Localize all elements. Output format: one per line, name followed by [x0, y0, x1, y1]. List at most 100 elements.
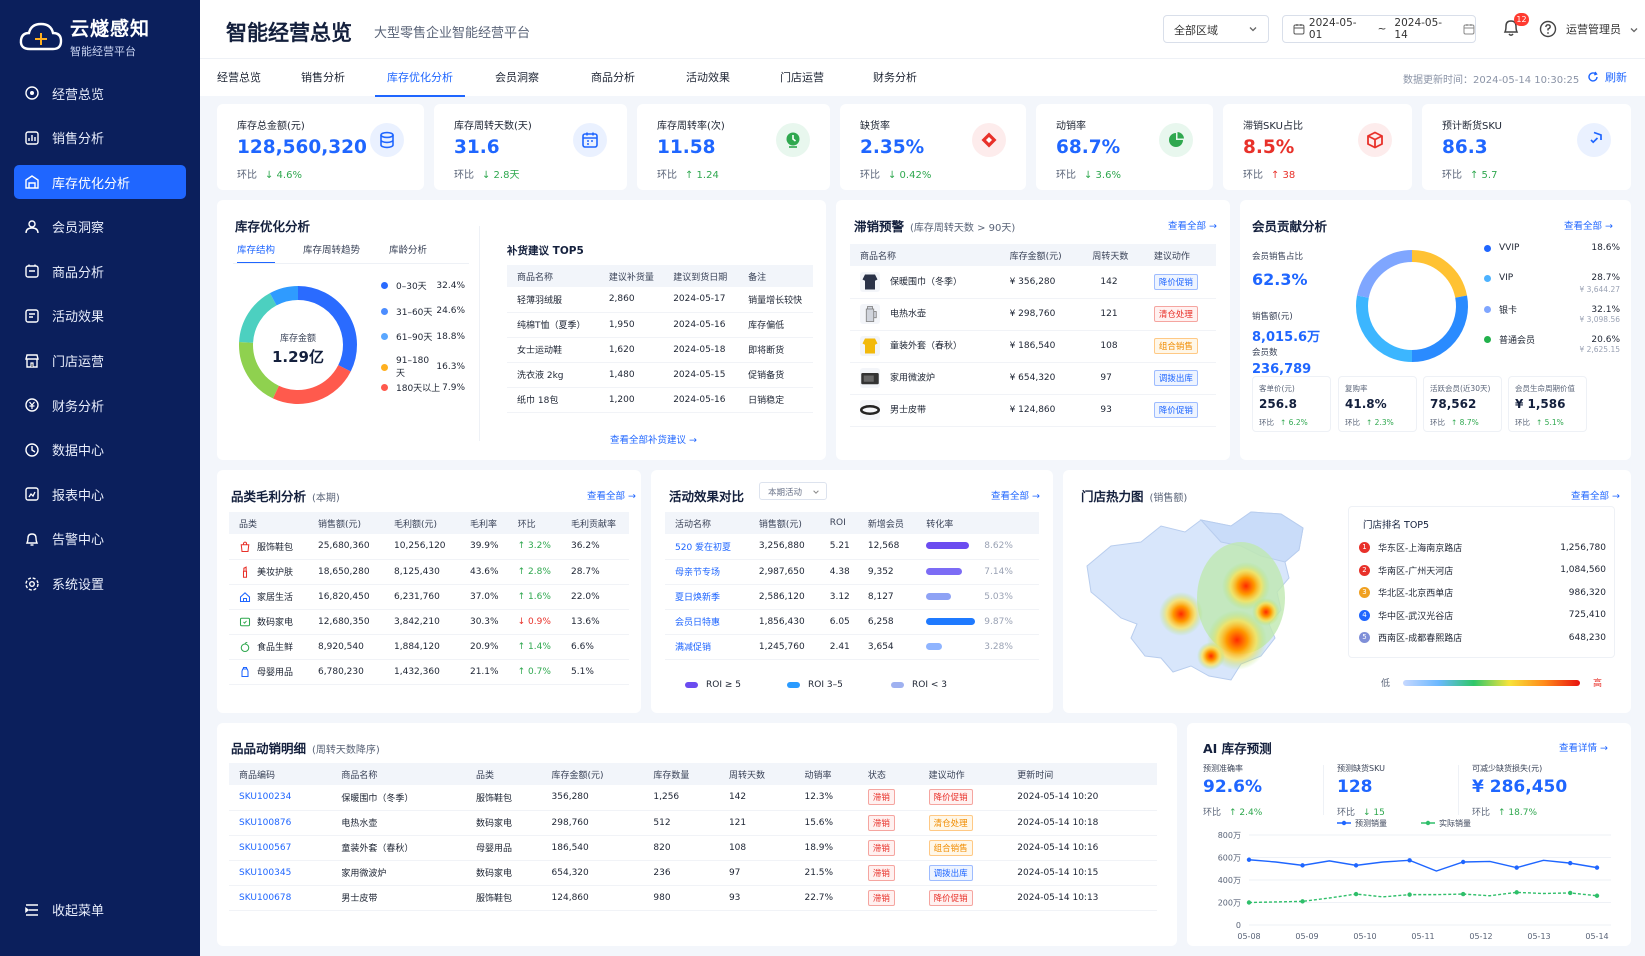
table-row[interactable]: 女士运动鞋 1,620 2024-05-18 即将断货	[507, 337, 813, 362]
table-row[interactable]: 洗衣液 2kg 1,480 2024-05-15 促销备货	[507, 362, 813, 387]
kpi-card-4[interactable]: 缺货率 2.35% 环比 ↓ 0.42%	[840, 104, 1026, 190]
brand[interactable]: 云燧感知 智能经营平台	[18, 14, 150, 59]
campaign-name-link[interactable]: 满减促销	[665, 634, 749, 659]
sidebar-item-11[interactable]: 告警中心	[14, 522, 186, 556]
table-row[interactable]: SKU100234 保暖围巾（冬季） 服饰鞋包 356,280 1,256 142 12.3…	[229, 785, 1157, 810]
table-row[interactable]: 男士皮带 ¥ 124,860 93 降价促销	[850, 394, 1216, 426]
view-all-link[interactable]: 查看全部 →	[587, 488, 636, 502]
status-cell: 滞销	[858, 810, 919, 835]
campaign-filter-select[interactable]: 本期活动	[759, 482, 827, 500]
store-rank-row[interactable]: 1 华东区-上海南京路店 1,256,780	[1359, 541, 1606, 554]
sidebar-item-7[interactable]: 门店运营	[14, 344, 186, 378]
store-rank-row[interactable]: 5 西南区-成都春熙路店 648,230	[1359, 631, 1606, 644]
help-icon[interactable]	[1539, 20, 1557, 38]
store-rank-row[interactable]: 4 华中区-武汉光谷店 725,410	[1359, 609, 1606, 622]
campaign-name-link[interactable]: 母亲节专场	[665, 559, 749, 584]
campaign-name-link[interactable]: 520 爱在初夏	[665, 534, 749, 559]
table-row[interactable]: 美妆护肤 18,650,280 8,125,430 43.6% ↑ 2.8% 28.7%	[229, 559, 629, 584]
sku-code-link[interactable]: SKU100876	[229, 810, 331, 835]
table-row[interactable]: 轻薄羽绒服 2,860 2024-05-17 销量增长较快	[507, 287, 813, 312]
table-row[interactable]: 夏日焕新季 2,586,120 3.12 8,127 5.03%	[665, 584, 1039, 609]
table-row[interactable]: 保暖围巾（冬季） ¥ 356,280 142 降价促销	[850, 266, 1216, 298]
view-all-replenish-link[interactable]: 查看全部补货建议 →	[610, 432, 697, 446]
view-all-link[interactable]: 查看全部 →	[1571, 488, 1620, 502]
kpi-card-6[interactable]: 滞销SKU占比 8.5% 环比 ↑ 38	[1223, 104, 1412, 190]
sidebar-item-4[interactable]: 会员洞察	[14, 210, 186, 244]
store-rank-row[interactable]: 3 华北区-北京西单店 986,320	[1359, 586, 1606, 599]
action-tag[interactable]: 清仓处理	[1153, 306, 1198, 322]
sidebar-item-3[interactable]: 库存优化分析	[14, 165, 186, 200]
inventory-subtab-1[interactable]: 库存结构	[237, 242, 276, 264]
action-tag[interactable]: 降价促销	[928, 789, 973, 806]
table-row[interactable]: SKU100876 电热水壶 数码家电 298,760 512 121 15.6% 滞销 清仓处…	[229, 810, 1157, 835]
table-row[interactable]: 母亲节专场 2,987,650 4.38 9,352 7.14%	[665, 559, 1039, 584]
kpi-card-1[interactable]: 库存总金额(元) 128,560,320 环比 ↓ 4.6%	[217, 104, 424, 190]
action-tag[interactable]: 调拨出库	[1153, 370, 1198, 386]
table-row[interactable]: SKU100678 男士皮带 服饰鞋包 124,860 980 93 22.7% 滞销 降价促销…	[229, 885, 1157, 910]
view-details-link[interactable]: 查看详情 →	[1559, 740, 1608, 754]
table-row[interactable]: 数码家电 12,680,350 3,842,210 30.3% ↓ 0.9% 13.6%	[229, 609, 629, 634]
sidebar-item-6[interactable]: 活动效果	[14, 299, 186, 333]
table-row[interactable]: SKU100345 家用微波炉 数码家电 654,320 236 97 21.5% 滞销 调拨出…	[229, 860, 1157, 885]
sidebar-item-1[interactable]: 经营总览	[14, 76, 186, 110]
kpi-card-5[interactable]: 动销率 68.7% 环比 ↓ 3.6%	[1036, 104, 1213, 190]
action-tag[interactable]: 清仓处理	[928, 814, 973, 831]
table-row[interactable]: 食品生鲜 8,920,540 1,884,120 20.9% ↑ 1.4% 6.6%	[229, 634, 629, 659]
refresh-button[interactable]: 刷新	[1587, 69, 1627, 85]
view-all-link[interactable]: 查看全部 →	[1564, 218, 1613, 232]
kpi-card-3[interactable]: 库存周转率(次) 11.58 环比 ↑ 1.24	[637, 104, 830, 190]
inventory-subtab-3[interactable]: 库龄分析	[389, 242, 427, 262]
tab-1[interactable]: 经营总览	[217, 69, 261, 97]
sku-code-link[interactable]: SKU100567	[229, 835, 331, 860]
table-row[interactable]: 家居生活 16,820,450 6,231,760 37.0% ↑ 1.6% 22.0%	[229, 584, 629, 609]
table-row[interactable]: 520 爱在初夏 3,256,880 5.21 12,568 8.62%	[665, 534, 1039, 559]
sidebar-item-9[interactable]: 数据中心	[14, 433, 186, 467]
kpi-card-7[interactable]: 预计断货SKU 86.3 环比 ↑ 5.7	[1422, 104, 1631, 190]
campaign-name-link[interactable]: 夏日焕新季	[665, 584, 749, 609]
date-range-picker[interactable]: 2024-05-01 ~ 2024-05-14	[1282, 15, 1476, 43]
sidebar-item-8[interactable]: 财务分析	[14, 388, 186, 422]
campaign-name-link[interactable]: 会员日特惠	[665, 609, 749, 634]
table-row[interactable]: 电热水壶 ¥ 298,760 121 清仓处理	[850, 298, 1216, 330]
sku-code-link[interactable]: SKU100345	[229, 860, 331, 885]
user-menu[interactable]: 运营管理员	[1566, 21, 1639, 37]
kpi-card-2[interactable]: 库存周转天数(天) 31.6 环比 ↓ 2.8天	[434, 104, 627, 190]
action-tag[interactable]: 组合销售	[1153, 338, 1198, 354]
sidebar-item-10[interactable]: 报表中心	[14, 477, 186, 511]
sku-code-link[interactable]: SKU100678	[229, 885, 331, 910]
tab-7[interactable]: 门店运营	[780, 69, 824, 97]
sidebar-item-12[interactable]: 系统设置	[14, 567, 186, 601]
action-tag[interactable]: 组合销售	[928, 839, 973, 856]
view-all-link[interactable]: 查看全部 →	[991, 488, 1040, 502]
region-select[interactable]: 全部区域	[1163, 15, 1269, 43]
store-rank-row[interactable]: 2 华南区-广州天河店 1,084,560	[1359, 564, 1606, 577]
collapse-menu-button[interactable]: 收起菜单	[24, 900, 104, 919]
action-tag[interactable]: 调拨出库	[928, 864, 973, 881]
china-heat-map[interactable]	[1081, 506, 1317, 691]
action-tag[interactable]: 降价促销	[1153, 273, 1198, 290]
sku-code-link[interactable]: SKU100234	[229, 785, 331, 810]
table-row[interactable]: 会员日特惠 1,856,430 6.05 6,258 9.87%	[665, 609, 1039, 634]
tab-4[interactable]: 会员洞察	[495, 69, 539, 97]
view-all-link[interactable]: 查看全部 →	[1168, 218, 1217, 232]
table-row[interactable]: 服饰鞋包 25,680,360 10,256,120 39.9% ↑ 3.2% 36.2%	[229, 534, 629, 559]
table-row[interactable]: 纸巾 18包 1,200 2024-05-16 日销稳定	[507, 387, 813, 412]
category-margin-table: 品类 销售额(元) 毛利额(元) 毛利率 环比 毛利贡献率 服饰鞋包 25,680,360 10…	[229, 512, 629, 685]
inventory-subtab-2[interactable]: 库存周转趋势	[303, 242, 360, 262]
tab-6[interactable]: 活动效果	[686, 69, 730, 97]
sidebar-item-2[interactable]: 销售分析	[14, 121, 186, 155]
sidebar-item-5[interactable]: 商品分析	[14, 254, 186, 288]
tab-5[interactable]: 商品分析	[591, 69, 635, 97]
action-tag[interactable]: 降价促销	[928, 889, 973, 906]
tab-8[interactable]: 财务分析	[873, 69, 917, 97]
tab-3[interactable]: 库存优化分析	[375, 69, 465, 97]
table-row[interactable]: 母婴用品 6,780,230 1,432,360 21.1% ↑ 0.7% 5.1%	[229, 659, 629, 684]
table-row[interactable]: 满减促销 1,245,760 2.41 3,654 3.28%	[665, 634, 1039, 659]
table-row[interactable]: 童装外套（春秋） ¥ 186,540 108 组合销售	[850, 330, 1216, 362]
tab-2[interactable]: 销售分析	[301, 69, 345, 97]
legend-name: ROI < 3	[912, 680, 947, 690]
action-tag[interactable]: 降价促销	[1153, 402, 1198, 418]
table-row[interactable]: 纯棉T恤（夏季） 1,950 2024-05-16 库存偏低	[507, 312, 813, 337]
table-row[interactable]: 家用微波炉 ¥ 654,320 97 调拨出库	[850, 362, 1216, 394]
table-row[interactable]: SKU100567 童装外套（春秋） 母婴用品 186,540 820 108 18.9% 滞…	[229, 835, 1157, 860]
